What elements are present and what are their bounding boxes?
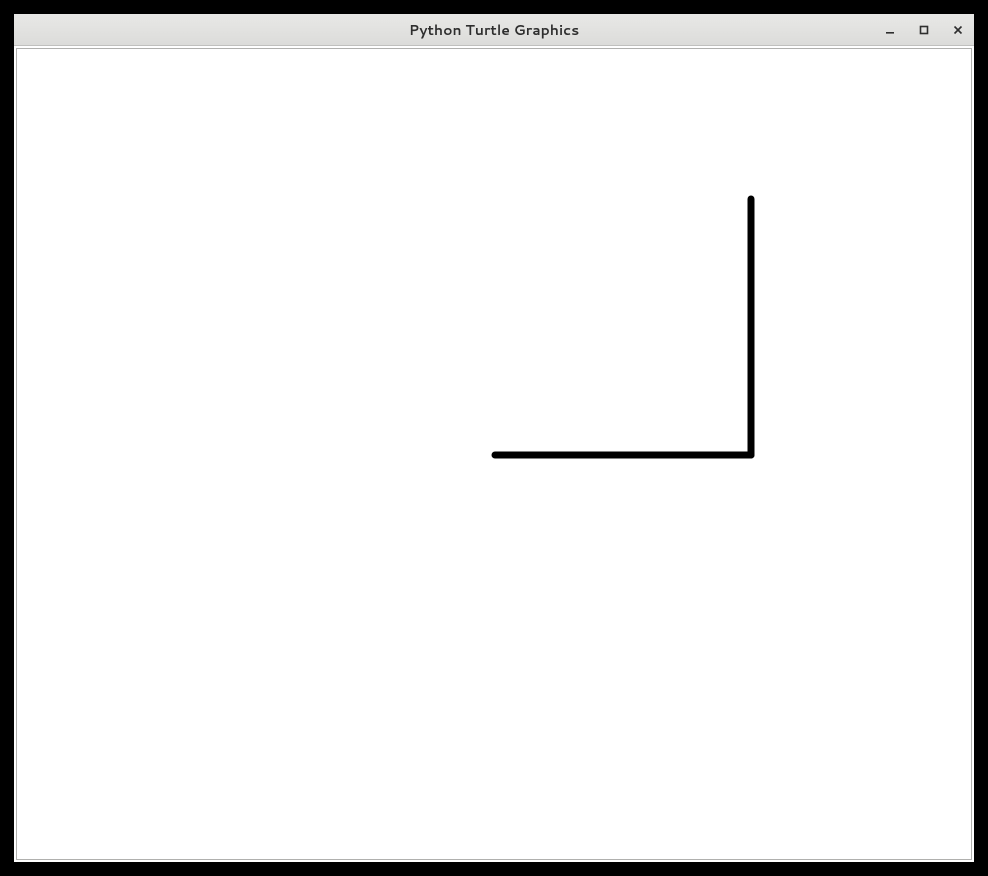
window-controls [880,14,968,45]
window-frame: Python Turtle Graphics [14,14,974,862]
turtle-canvas [17,49,971,859]
minimize-icon [885,25,895,35]
window-title: Python Turtle Graphics [14,20,974,40]
titlebar[interactable]: Python Turtle Graphics [14,14,974,46]
minimize-button[interactable] [880,20,900,40]
maximize-button[interactable] [914,20,934,40]
close-icon [953,25,963,35]
canvas-area [16,48,972,860]
maximize-icon [919,25,929,35]
close-button[interactable] [948,20,968,40]
